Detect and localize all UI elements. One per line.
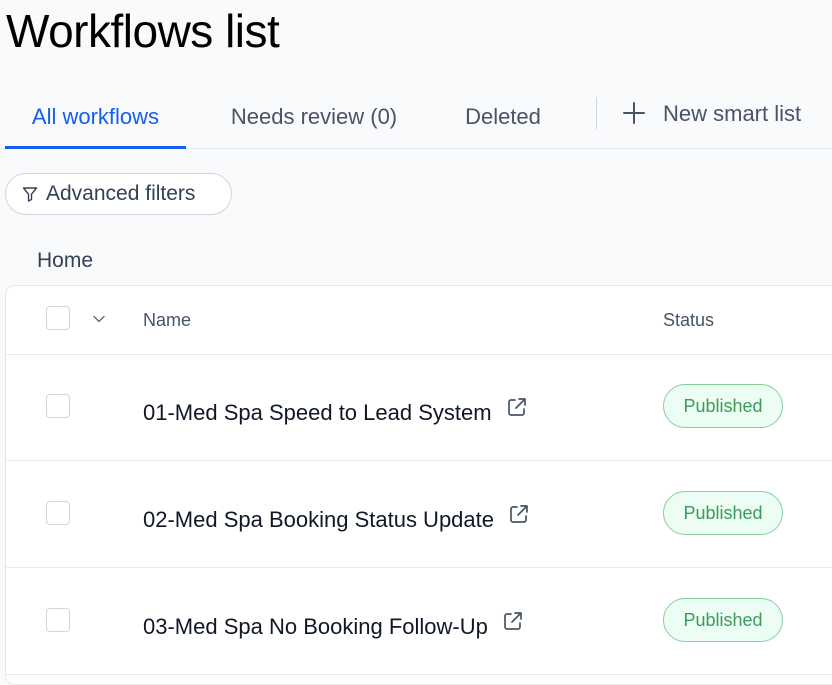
row-checkbox[interactable]	[46, 394, 70, 418]
plus-icon	[623, 102, 645, 124]
chevron-down-icon[interactable]	[92, 312, 106, 326]
external-link-icon[interactable]	[502, 610, 524, 632]
workflow-name: 01-Med Spa Speed to Lead System	[143, 400, 492, 425]
tab-deleted[interactable]: Deleted	[444, 96, 562, 148]
workflow-name-link[interactable]: 01-Med Spa Speed to Lead System	[143, 396, 528, 428]
row-checkbox[interactable]	[46, 501, 70, 525]
status-badge: Published	[663, 598, 783, 642]
workflow-name-link[interactable]: 02-Med Spa Booking Status Update	[143, 503, 530, 535]
select-all-checkbox[interactable]	[46, 306, 70, 330]
table-header: Name Status	[6, 286, 832, 355]
column-header-status[interactable]: Status	[663, 286, 714, 354]
tab-all-workflows[interactable]: All workflows	[5, 96, 186, 149]
table-row[interactable]: 03-Med Spa No Booking Follow-Up Publishe…	[6, 568, 832, 675]
table-row[interactable]: 01-Med Spa Speed to Lead System Publishe…	[6, 354, 832, 461]
filter-icon	[22, 187, 38, 202]
page-title: Workflows list	[6, 5, 280, 57]
workflow-name: 03-Med Spa No Booking Follow-Up	[143, 614, 488, 639]
new-smart-list-label: New smart list	[663, 101, 802, 126]
row-checkbox[interactable]	[46, 608, 70, 632]
workflow-name: 02-Med Spa Booking Status Update	[143, 507, 495, 532]
tab-needs-review[interactable]: Needs review (0)	[206, 96, 422, 148]
external-link-icon[interactable]	[508, 503, 530, 525]
new-smart-list-button[interactable]: New smart list	[622, 96, 801, 138]
column-header-name[interactable]: Name	[143, 286, 191, 354]
breadcrumb-home[interactable]: Home	[37, 246, 93, 276]
workflows-table: Name Status 01-Med Spa Speed to Lead Sys…	[5, 285, 832, 685]
status-badge: Published	[663, 384, 783, 428]
table-row[interactable]: 02-Med Spa Booking Status Update Publish…	[6, 461, 832, 568]
advanced-filters-label: Advanced filters	[46, 182, 196, 205]
tab-divider	[596, 97, 597, 129]
status-badge: Published	[663, 491, 783, 535]
external-link-icon[interactable]	[506, 396, 528, 418]
advanced-filters-button[interactable]: Advanced filters	[5, 173, 232, 215]
workflow-name-link[interactable]: 03-Med Spa No Booking Follow-Up	[143, 610, 524, 642]
